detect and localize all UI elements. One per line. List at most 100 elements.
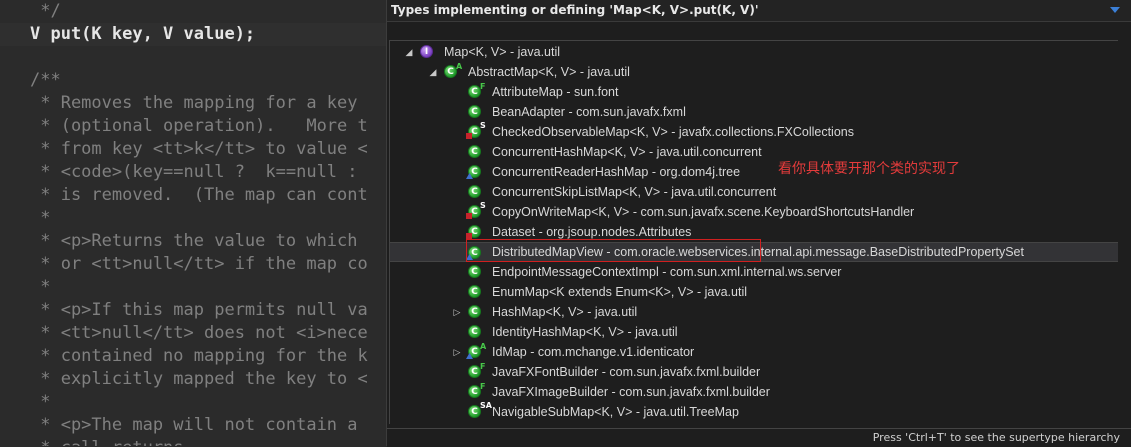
package-name: - java.util (506, 45, 561, 59)
package-name: - org.dom4j.tree (648, 165, 741, 179)
tree-row[interactable]: C EnumMap<K extends Enum<K>, V> - java.ut… (390, 282, 1118, 302)
tree-row[interactable]: C F JavaFXFontBuilder - com.sun.javafx.fxm… (390, 362, 1118, 382)
package-name: - java.util (624, 325, 678, 339)
code-line: * <p>Returns the value to which (30, 231, 358, 251)
type-name: Map<K, V> (444, 45, 507, 59)
type-tree[interactable]: ◢ I Map<K, V> - java.util ◢ C A AbstractMap<K,… (389, 40, 1119, 424)
type-name: IdMap (492, 345, 527, 359)
type-name: EnumMap<K extends Enum<K>, V> (492, 285, 694, 299)
type-name: CheckedObservableMap<K, V> (492, 125, 668, 139)
type-name: IdentityHashMap<K, V> (492, 325, 625, 339)
package-name: - javafx.collections.FXCollections (667, 125, 854, 139)
modifier-overlay-icon: F (480, 82, 486, 91)
package-name: - com.sun.javafx.fxml.builder (608, 385, 770, 399)
class-icon: C (468, 285, 481, 298)
type-name: AbstractMap<K, V> (468, 65, 577, 79)
collapsed-arrow-icon[interactable]: ▷ (452, 347, 462, 357)
tree-row[interactable]: ◢ I Map<K, V> - java.util (390, 42, 1118, 62)
type-name: BeanAdapter (492, 105, 565, 119)
modifier-overlay-icon: SA (480, 401, 492, 410)
package-name: - com.sun.javafx.fxml (564, 105, 686, 119)
type-name: EndpointMessageContextImpl (492, 265, 659, 279)
type-name: AttributeMap (492, 85, 563, 99)
code-line: * contained no mapping for the k (30, 346, 368, 366)
tree-row[interactable]: C SA NavigableSubMap<K, V> - java.util.Tre… (390, 402, 1118, 422)
package-name: - java.util (583, 305, 638, 319)
code-line: */ (30, 1, 61, 21)
code-line: * from key <tt>k</tt> to value < (30, 139, 368, 159)
package-name: - sun.font (562, 85, 619, 99)
type-name: ConcurrentHashMap<K, V> (492, 145, 646, 159)
tree-row[interactable]: C F AttributeMap - sun.font (390, 82, 1118, 102)
code-line: * (30, 277, 51, 297)
type-name: ConcurrentSkipListMap<K, V> (492, 185, 661, 199)
class-icon: C (468, 145, 481, 158)
package-name: - java.util.TreeMap (632, 405, 739, 419)
hint-text: Press 'Ctrl+T' to see the supertype hier… (872, 431, 1120, 444)
code-line: * explicitly mapped the key to < (30, 369, 368, 389)
code-line: /** (30, 70, 61, 90)
tree-row[interactable]: C ConcurrentHashMap<K, V> - java.util.con… (390, 142, 1118, 162)
private-marker-icon (466, 213, 472, 219)
code-line: * (optional operation). More t (30, 116, 368, 136)
code-line: * or <tt>null</tt> if the map co (30, 254, 368, 274)
popup-status-bar: Press 'Ctrl+T' to see the supertype hier… (387, 428, 1131, 447)
annotation-text: 看你具体要开那个类的实现了 (778, 161, 960, 177)
expanded-arrow-icon[interactable]: ◢ (404, 47, 414, 57)
tree-row[interactable]: C S CopyOnWriteMap<K, V> - com.sun.javafx.… (390, 202, 1118, 222)
tree-row[interactable]: C F JavaFXImageBuilder - com.sun.javafx.fx… (390, 382, 1118, 402)
package-name: - com.sun.javafx.fxml.builder (598, 365, 761, 379)
class-icon: C (468, 305, 481, 318)
modifier-overlay-icon: S (480, 121, 486, 130)
package-name: - java.util (693, 285, 748, 299)
popup-title-bar: Types implementing or defining 'Map<K, V… (387, 0, 1131, 22)
tree-row[interactable]: ▷ C HashMap<K, V> - java.util (390, 302, 1118, 322)
code-line: * (30, 208, 51, 228)
package-name: - java.util.concurrent (645, 145, 762, 159)
scrollbar[interactable] (1118, 40, 1131, 424)
tree-row[interactable]: C BeanAdapter - com.sun.javafx.fxml (390, 102, 1118, 122)
red-highlight-box (466, 239, 761, 262)
type-name: JavaFXImageBuilder (492, 385, 609, 399)
tree-row[interactable]: ▷ C A IdMap - com.mchange.v1.identicator (390, 342, 1118, 362)
modifier-overlay-icon: F (480, 362, 486, 371)
code-line: * is removed. (The map can cont (30, 185, 368, 205)
package-name: - com.sun.xml.internal.ws.server (658, 265, 842, 279)
package-name: - com.mchange.v1.identicator (526, 345, 695, 359)
type-name: HashMap<K, V> (492, 305, 584, 319)
code-line: * call returns. (30, 437, 194, 446)
interface-icon: I (420, 45, 433, 58)
class-icon: C (468, 105, 481, 118)
code-line: * <p>If this map permits null va (30, 300, 368, 320)
collapsed-arrow-icon[interactable]: ▷ (452, 307, 462, 317)
package-name: - com.sun.javafx.scene.KeyboardShortcuts… (629, 205, 915, 219)
view-menu-icon[interactable] (1110, 7, 1120, 13)
expanded-arrow-icon[interactable]: ◢ (428, 67, 438, 77)
tree-row[interactable]: ◢ C A AbstractMap<K, V> - java.util (390, 62, 1118, 82)
package-name: - java.util.concurrent (660, 185, 777, 199)
current-code-line: V put(K key, V value); (0, 23, 390, 46)
modifier-overlay-icon: F (480, 382, 486, 391)
modifier-overlay-icon: A (480, 342, 487, 351)
class-icon: C (468, 325, 481, 338)
private-marker-icon (466, 133, 472, 139)
class-icon: C (468, 265, 481, 278)
type-name: NavigableSubMap<K, V> (492, 405, 633, 419)
type-name: JavaFXFontBuilder (492, 365, 599, 379)
tree-row[interactable]: C ConcurrentSkipListMap<K, V> - java.util… (390, 182, 1118, 202)
popup-title: Types implementing or defining 'Map<K, V… (391, 3, 759, 17)
tree-row[interactable]: C ConcurrentReaderHashMap - org.dom4j.tre… (390, 162, 1118, 182)
type-name: CopyOnWriteMap<K, V> (492, 205, 630, 219)
modifier-overlay-icon: A (456, 62, 463, 71)
tree-row[interactable]: C IdentityHashMap<K, V> - java.util (390, 322, 1118, 342)
class-icon: C (468, 185, 481, 198)
package-name: - java.util (576, 65, 630, 79)
modifier-overlay-icon: S (480, 201, 486, 210)
type-name: Dataset (492, 225, 536, 239)
tree-row[interactable]: C S CheckedObservableMap<K, V> - javafx.co… (390, 122, 1118, 142)
code-line: * <p>The map will not contain a (30, 415, 358, 435)
code-line: * <code>(key==null ? k==null : (30, 162, 358, 182)
type-hierarchy-popup: Types implementing or defining 'Map<K, V… (386, 0, 1131, 447)
tree-row[interactable]: C EndpointMessageContextImpl - com.sun.xm… (390, 262, 1118, 282)
package-name: - org.jsoup.nodes.Attributes (535, 225, 692, 239)
